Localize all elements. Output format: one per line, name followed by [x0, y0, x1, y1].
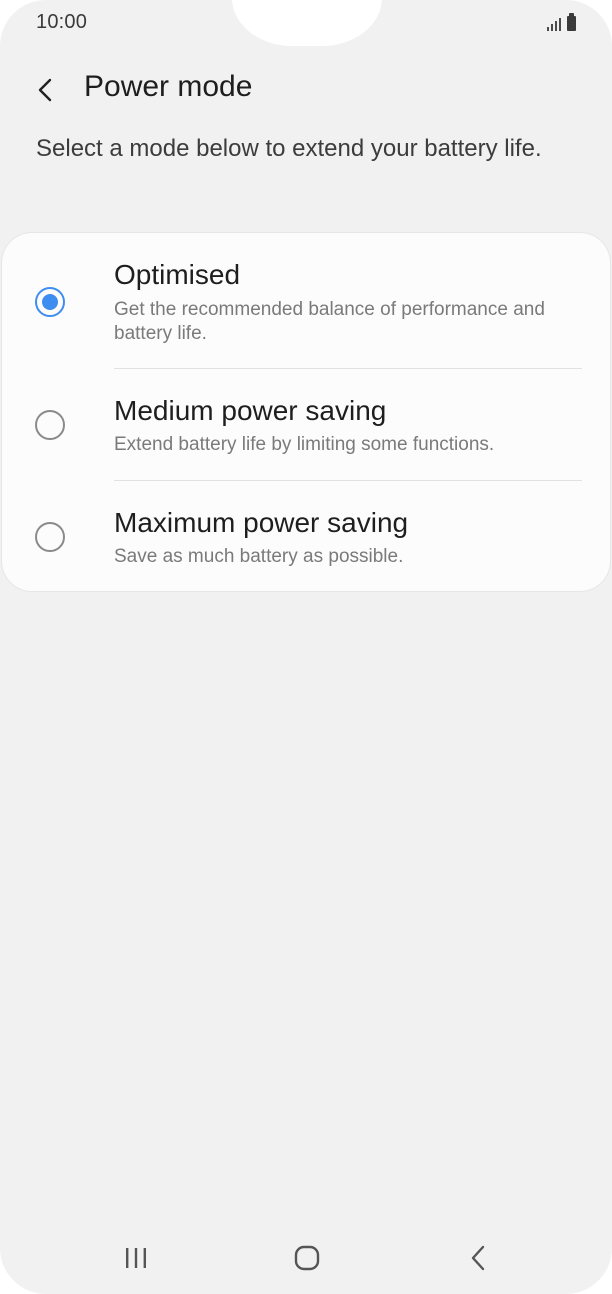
chevron-left-icon [38, 78, 52, 102]
status-bar: 10:00 [0, 0, 612, 46]
app-bar: Power mode [0, 58, 612, 120]
home-button[interactable] [272, 1228, 342, 1288]
option-subtitle: Get the recommended balance of performan… [114, 299, 545, 344]
radio-button[interactable] [35, 410, 65, 440]
back-icon [471, 1245, 485, 1271]
option-title: Optimised [114, 259, 241, 290]
option-subtitle: Save as much battery as possible. [114, 546, 404, 567]
status-time: 10:00 [36, 11, 88, 33]
battery-icon [567, 13, 576, 31]
back-nav-button[interactable] [444, 1228, 514, 1288]
power-mode-options: Optimised Get the recommended balance of… [2, 233, 610, 591]
page-description: Select a mode below to extend your batte… [36, 135, 542, 162]
option-maximum-power-saving[interactable]: Maximum power saving Save as much batter… [2, 481, 610, 591]
navigation-bar [0, 1228, 612, 1294]
phone-screen: 10:00 Power mode Select a mode below to … [0, 0, 612, 1294]
recent-apps-icon [126, 1248, 146, 1268]
option-title: Medium power saving [114, 395, 387, 426]
home-icon [294, 1245, 320, 1271]
option-title: Maximum power saving [114, 507, 409, 538]
radio-button-selected[interactable] [35, 287, 65, 317]
radio-button[interactable] [35, 522, 65, 552]
back-button[interactable] [22, 66, 70, 114]
option-subtitle: Extend battery life by limiting some fun… [114, 434, 495, 455]
recent-apps-button[interactable] [101, 1228, 171, 1288]
status-icons [547, 13, 576, 31]
signal-icon [547, 15, 561, 31]
page-title: Power mode [84, 70, 253, 103]
option-medium-power-saving[interactable]: Medium power saving Extend battery life … [2, 369, 610, 479]
option-optimised[interactable]: Optimised Get the recommended balance of… [2, 233, 610, 367]
